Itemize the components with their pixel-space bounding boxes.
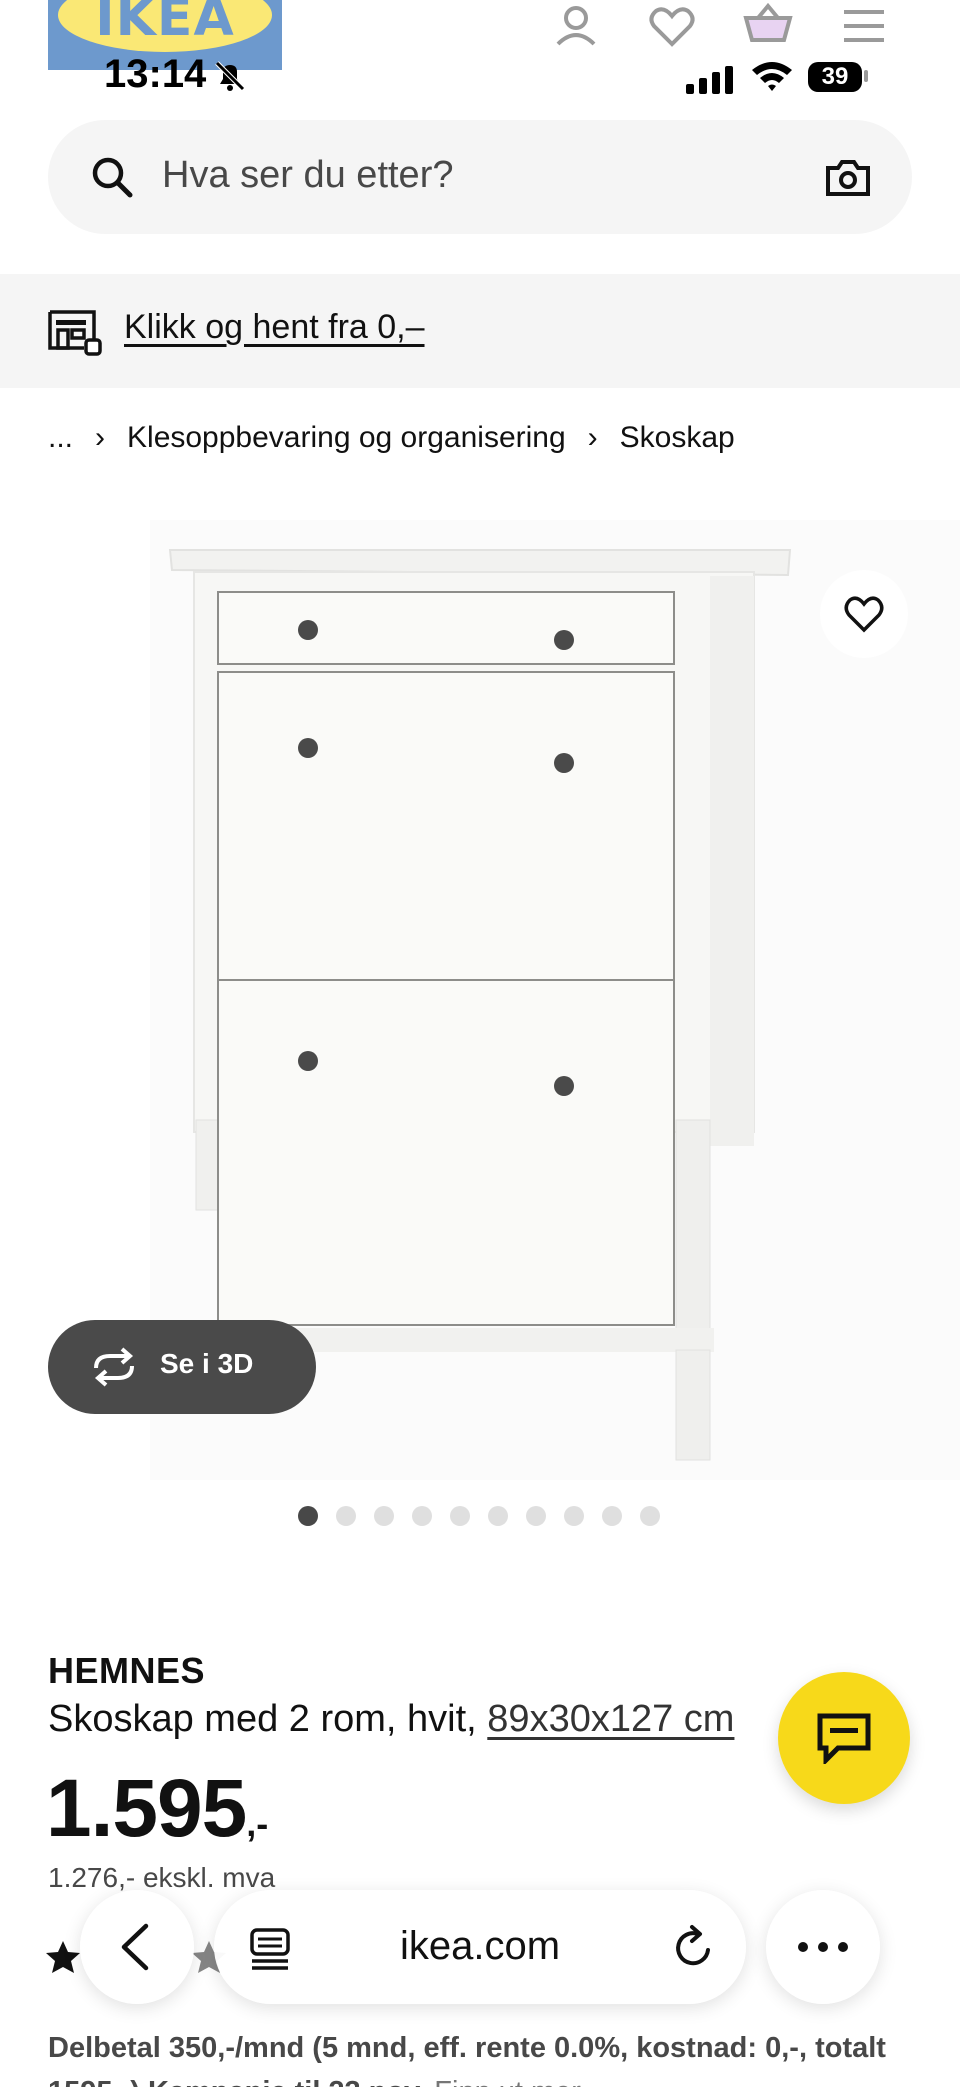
camera-icon[interactable] bbox=[824, 154, 872, 202]
chevron-left-icon bbox=[121, 1923, 149, 1971]
product-price: 1.595,- bbox=[46, 1762, 268, 1856]
account-icon[interactable] bbox=[548, 0, 604, 56]
breadcrumb-ellipsis[interactable]: ... bbox=[48, 421, 73, 455]
gallery-dot[interactable] bbox=[412, 1506, 432, 1526]
gallery-dot[interactable] bbox=[564, 1506, 584, 1526]
reload-icon[interactable] bbox=[672, 1924, 716, 1970]
product-dimensions-link[interactable]: 89x30x127 cm bbox=[487, 1698, 734, 1740]
chevron-right-icon: › bbox=[587, 421, 598, 454]
gallery-dot[interactable] bbox=[526, 1506, 546, 1526]
store-icon bbox=[48, 308, 104, 358]
gallery-dot[interactable] bbox=[450, 1506, 470, 1526]
price-suffix: ,- bbox=[246, 1803, 269, 1844]
search-bar[interactable]: Hva ser du etter? bbox=[48, 120, 912, 234]
click-collect-link[interactable]: Klikk og hent fra 0,– bbox=[124, 308, 425, 347]
more-dots-icon bbox=[798, 1942, 848, 1952]
product-name: HEMNES bbox=[48, 1650, 206, 1691]
chat-button[interactable] bbox=[778, 1672, 910, 1804]
add-to-wishlist-button[interactable] bbox=[820, 570, 908, 658]
battery-level: 39 bbox=[808, 62, 862, 92]
browser-address-bar[interactable]: ikea.com bbox=[214, 1890, 746, 2004]
breadcrumb-item-klesoppbevaring[interactable]: Klesoppbevaring og organisering bbox=[127, 421, 566, 455]
product-page: IKEA 13:14 39 Hva ser du etter? Klikk og… bbox=[0, 0, 960, 2087]
breadcrumb-item-skoskap[interactable]: Skoskap bbox=[620, 421, 735, 455]
gallery-dot[interactable] bbox=[640, 1506, 660, 1526]
heart-icon bbox=[844, 596, 884, 633]
click-collect-banner[interactable]: Klikk og hent fra 0,– bbox=[0, 274, 960, 388]
star-icon bbox=[46, 1941, 80, 1973]
price-main: 1.595 bbox=[46, 1763, 247, 1854]
installment-info: Delbetal 350,-/mnd (5 mnd, eff. rente 0.… bbox=[48, 2026, 928, 2087]
product-description: Skoskap med 2 rom, hvit, 89x30x127 cm bbox=[48, 1698, 734, 1741]
silent-bell-icon bbox=[212, 58, 248, 94]
gallery-dots bbox=[298, 1506, 660, 1526]
cellular-signal-icon bbox=[686, 64, 736, 96]
view-3d-button[interactable]: Se i 3D bbox=[48, 1320, 316, 1414]
gallery-dot[interactable] bbox=[298, 1506, 318, 1526]
gallery-dot[interactable] bbox=[602, 1506, 622, 1526]
wishlist-icon[interactable] bbox=[644, 0, 700, 56]
search-icon bbox=[88, 153, 136, 201]
search-input[interactable]: Hva ser du etter? bbox=[162, 154, 453, 197]
installment-more-link[interactable]: Finn ut mer bbox=[434, 2076, 581, 2087]
browser-more-button[interactable] bbox=[766, 1890, 880, 2004]
browser-back-button[interactable] bbox=[80, 1890, 194, 2004]
product-type: Skoskap med 2 rom, hvit, bbox=[48, 1698, 477, 1740]
gallery-dot[interactable] bbox=[336, 1506, 356, 1526]
price-ex-vat: 1.276,- ekskl. mva bbox=[48, 1862, 276, 1893]
battery-icon: 39 bbox=[808, 58, 870, 94]
wifi-icon bbox=[750, 58, 794, 94]
view-3d-label: Se i 3D bbox=[160, 1348, 254, 1379]
gallery-dot[interactable] bbox=[488, 1506, 508, 1526]
gallery-dot[interactable] bbox=[374, 1506, 394, 1526]
rotate-3d-icon bbox=[88, 1346, 140, 1388]
chevron-right-icon: › bbox=[95, 421, 106, 454]
menu-icon[interactable] bbox=[836, 0, 892, 56]
cart-icon[interactable] bbox=[740, 0, 796, 56]
browser-url[interactable]: ikea.com bbox=[214, 1924, 746, 1969]
status-time: 13:14 bbox=[104, 52, 207, 96]
chat-icon bbox=[817, 1713, 871, 1764]
breadcrumb: ... › Klesoppbevaring og organisering › … bbox=[48, 418, 735, 458]
